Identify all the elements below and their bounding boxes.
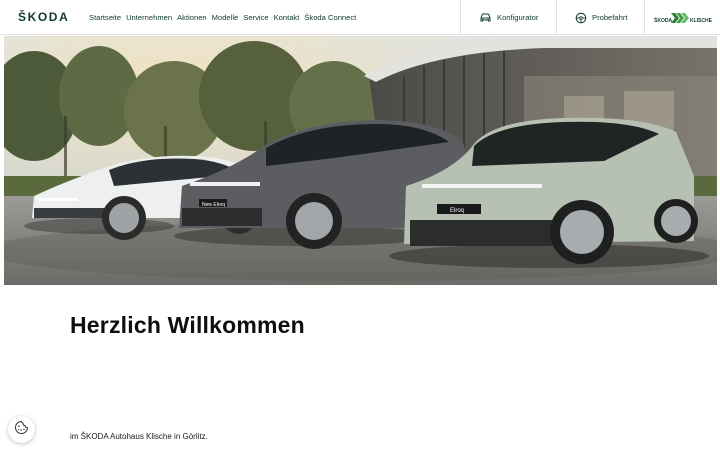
konfigurator-label: Konfigurator <box>497 13 539 22</box>
dealer-logo-graphic: ŠKODA KLISCHE <box>654 12 713 24</box>
page-title: Herzlich Willkommen <box>70 312 305 338</box>
steering-wheel-icon <box>575 12 587 24</box>
cookie-settings-button[interactable] <box>8 416 35 443</box>
main-navigation: Startseite Unternehmen Aktionen Modelle … <box>89 0 356 35</box>
car-icon <box>479 12 492 23</box>
nav-item-skoda-connect[interactable]: Škoda Connect <box>304 13 356 22</box>
probefahrt-label: Probefahrt <box>592 13 628 22</box>
welcome-subline: im ŠKODA Autohaus Klische in Görlitz. <box>70 432 208 441</box>
nav-item-aktionen[interactable]: Aktionen <box>177 13 207 22</box>
skoda-logo[interactable]: ŠKODA <box>18 10 69 24</box>
cookie-icon <box>14 420 29 440</box>
hero-illustration: New Elroq Elroq <box>4 36 717 285</box>
nav-item-unternehmen[interactable]: Unternehmen <box>126 13 172 22</box>
nav-item-modelle[interactable]: Modelle <box>212 13 239 22</box>
plate-new-elroq: New Elroq <box>202 202 225 208</box>
svg-text:KLISCHE: KLISCHE <box>690 18 713 24</box>
hero-image: New Elroq Elroq <box>4 36 717 285</box>
konfigurator-button[interactable]: Konfigurator <box>460 0 556 35</box>
svg-text:ŠKODA: ŠKODA <box>654 16 672 24</box>
nav-item-kontakt[interactable]: Kontakt <box>274 13 300 22</box>
site-header: ŠKODA Startseite Unternehmen Aktionen Mo… <box>0 0 720 35</box>
probefahrt-button[interactable]: Probefahrt <box>556 0 644 35</box>
dealer-logo[interactable]: ŠKODA KLISCHE <box>644 0 720 35</box>
nav-item-service[interactable]: Service <box>243 13 268 22</box>
nav-item-startseite[interactable]: Startseite <box>89 13 121 22</box>
plate-elroq: Elroq <box>450 208 464 214</box>
